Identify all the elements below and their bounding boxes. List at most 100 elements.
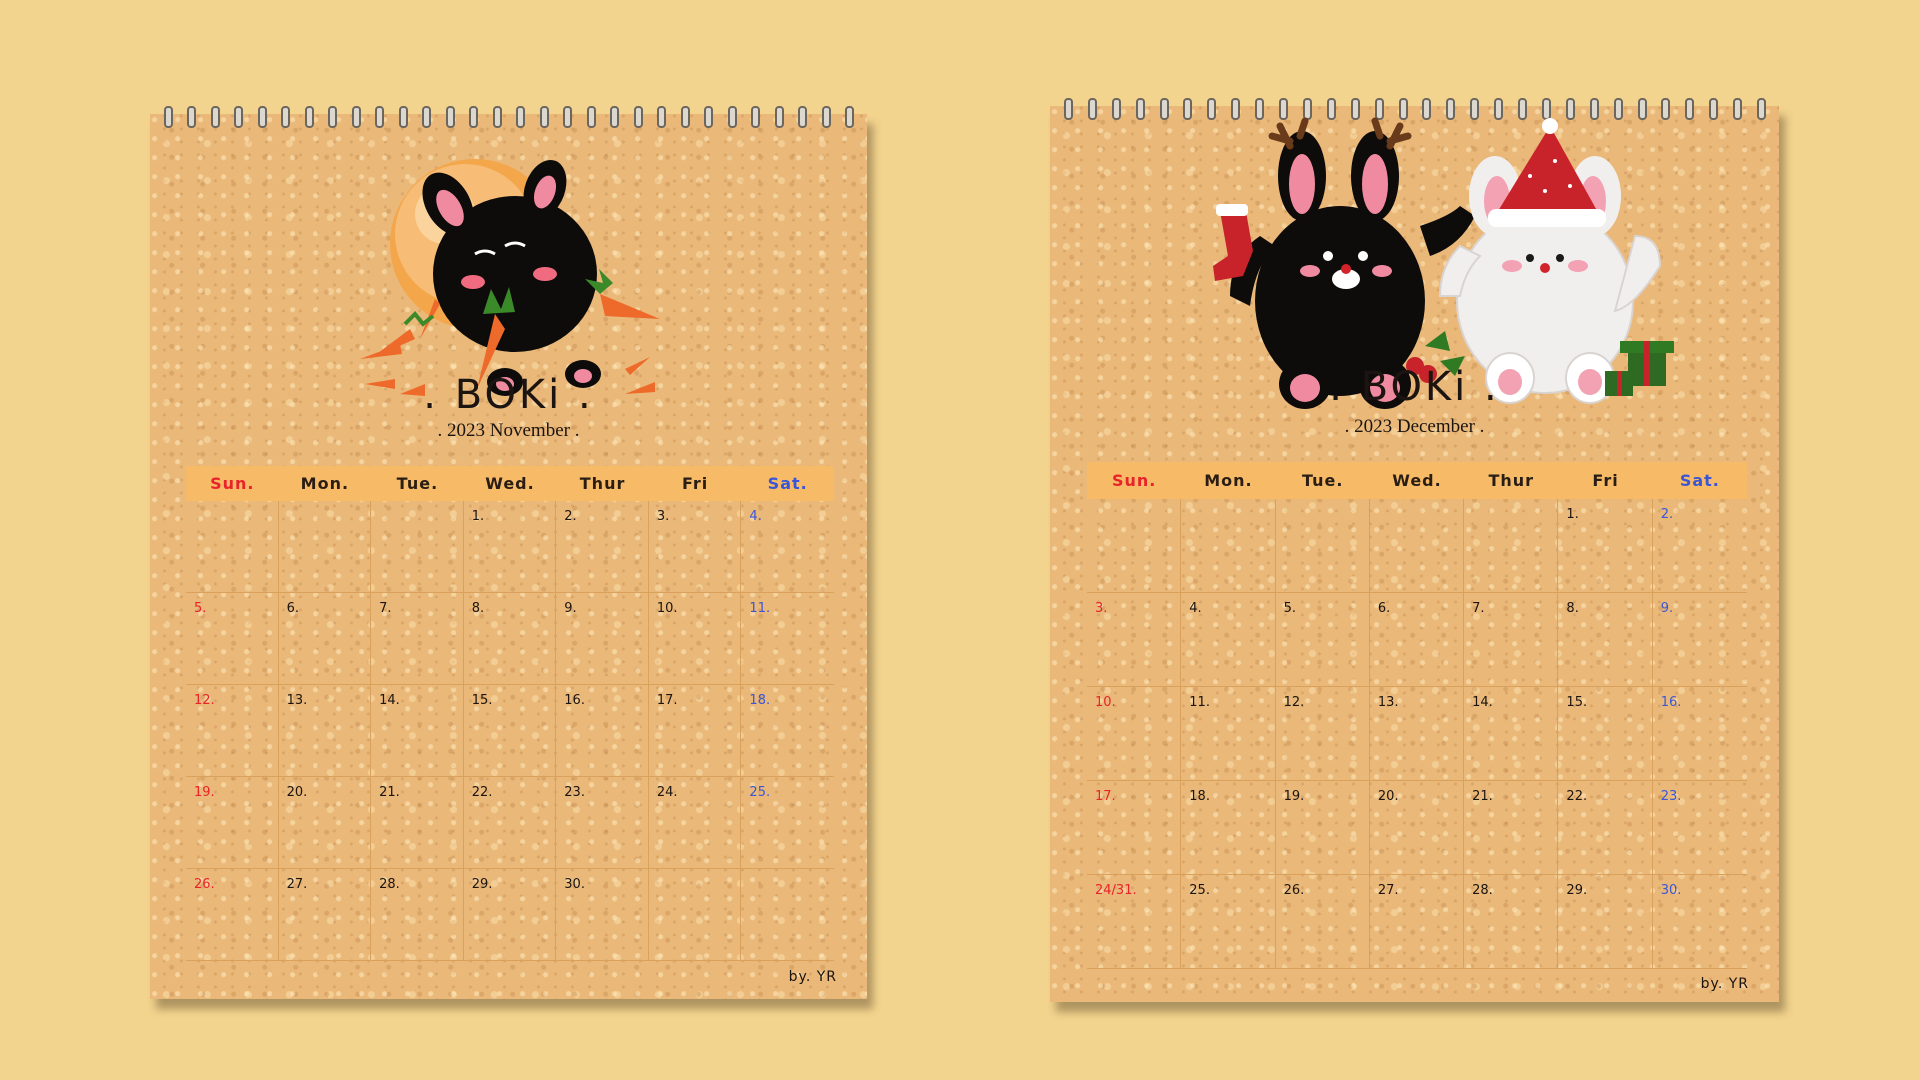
date-number: 17. [656,693,678,708]
date-cell: 18. [741,685,834,777]
date-number: 19. [1283,789,1305,804]
date-cell [371,501,464,593]
weekday-sat: Sat. [1679,471,1720,490]
date-cell: 15. [463,685,557,777]
binding-ring [1111,98,1121,120]
spiral-binding [156,106,861,132]
binding-ring [1757,98,1766,120]
date-cell: 8. [1558,593,1653,687]
date-cell: 4. [1181,593,1276,687]
date-grid: 1. 2. 3. 4. 5. 6. 7. 8. 9. 10. 11. 12. 13. 14. 15. 16. 1… [1087,499,1747,969]
date-number: 4. [1189,601,1202,616]
date-cell: 19. [1275,781,1370,875]
date-cell: 19. [186,777,279,869]
calendar-november: . BOKi . . 2023 November . Sun. Mon. Tue… [150,106,867,999]
binding-ring [610,106,620,128]
binding-ring [680,106,690,128]
date-cell: 17. [648,685,742,777]
binding-ring [304,106,314,128]
date-number: 15. [471,693,493,708]
date-cell: 10. [648,593,742,685]
date-cell [278,501,372,593]
date-number: 3. [1095,601,1108,616]
binding-ring [281,106,291,128]
weekday-sun: Sun. [210,474,255,493]
weekday-tue: Tue. [1301,471,1344,490]
date-number: 22. [471,785,493,800]
date-cell [1087,499,1182,593]
date-number: 21. [1472,789,1493,804]
date-number: 27. [1377,883,1399,898]
date-number: 23. [1660,789,1682,804]
binding-ring [1087,98,1097,120]
binding-ring [539,106,549,128]
date-cell: 26. [186,869,279,961]
weekday-header: Sun. Mon. Tue. Wed. Thur Fri Sat. [1087,462,1747,499]
date-cell: 5. [186,593,279,685]
date-cell: 10. [1087,687,1182,781]
date-number: 8. [471,601,485,616]
date-number: 12. [1283,695,1305,710]
date-number: 5. [194,601,207,616]
date-cell: 24. [648,777,742,869]
date-number: 20. [1377,789,1399,804]
weekday-thu: Thur [1488,471,1535,490]
date-number: 20. [286,785,308,800]
binding-ring [633,106,643,128]
weekday-thu: Thur [579,474,626,493]
binding-ring [375,106,385,128]
date-number: 22. [1566,789,1588,804]
binding-ring [1733,98,1743,120]
binding-ring [657,106,667,128]
date-number: 6. [286,601,299,616]
date-cell [1181,499,1276,593]
binding-ring [821,106,831,128]
date-cell: 6. [278,593,372,685]
date-number: 30. [564,877,585,892]
date-cell: 30. [1652,875,1747,969]
date-cell: 6. [1369,593,1465,687]
weekday-sat: Sat. [767,474,808,493]
weekday-sun: Sun. [1111,471,1157,490]
date-cell: 16. [1652,687,1747,781]
date-number: 26. [1283,883,1305,898]
date-cell [741,869,834,961]
weekday-fri: Fri [681,474,709,493]
binding-ring [164,106,173,128]
date-number: 2. [1660,507,1674,522]
date-number: 25. [749,785,771,800]
binding-ring [563,106,573,128]
date-number: 29. [471,877,493,892]
date-number: 17. [1095,789,1116,804]
binding-ring [257,106,267,128]
binding-ring [469,106,479,128]
date-cell: 4. [741,501,834,593]
binding-ring [1064,98,1073,120]
date-cell: 1. [463,501,557,593]
date-cell: 9. [556,593,649,685]
date-cell: 28. [371,869,464,961]
date-cell: 26. [1275,875,1370,969]
date-number: 9. [564,601,577,616]
month-title: . 2023 December . [1344,416,1485,437]
date-cell: 24/31. [1087,875,1182,969]
date-cell: 15. [1558,687,1653,781]
date-number: 24. [656,785,678,800]
date-number: 28. [379,877,400,892]
date-number: 7. [1472,601,1485,616]
date-cell: 21. [1464,781,1559,875]
date-number: 25. [1189,883,1210,898]
date-cell: 22. [463,777,557,869]
binding-ring [774,106,784,128]
date-number: 21. [379,785,400,800]
date-cell [1464,499,1559,593]
date-cell: 16. [556,685,649,777]
date-cell: 27. [278,869,372,961]
date-cell: 12. [1275,687,1370,781]
date-number: 2. [564,509,577,524]
date-cell: 7. [371,593,464,685]
date-number: 13. [1377,695,1399,710]
date-cell: 3. [1087,593,1182,687]
date-cell: 2. [1652,499,1747,593]
date-number: 10. [1095,695,1116,710]
